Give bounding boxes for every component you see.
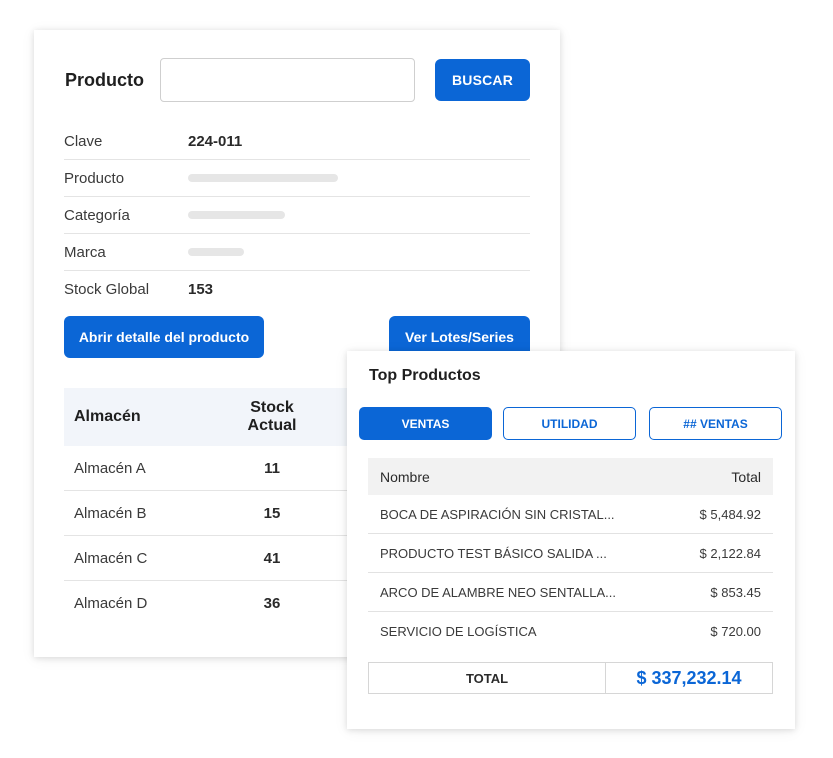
header-warehouse: Almacén — [74, 408, 141, 425]
header-total: Total — [731, 468, 761, 485]
warehouse-stock: 15 — [263, 504, 281, 522]
product-search-label: Producto — [65, 70, 144, 90]
top-products-title: Top Productos — [369, 367, 481, 384]
table-row: Almacén A 11 — [64, 446, 364, 491]
product-search-input[interactable] — [160, 58, 415, 102]
search-button[interactable]: BUSCAR — [435, 59, 530, 101]
info-key: Stock Global — [64, 281, 150, 298]
warehouse-stock: 36 — [263, 595, 281, 612]
info-row-categoria: Categoría — [64, 197, 530, 234]
table-row[interactable]: PRODUCTO TEST BÁSICO SALIDA ... $ 2,122.… — [368, 534, 773, 573]
warehouse-name: Almacén B — [74, 504, 147, 522]
product-name: ARCO DE ALAMBRE NEO SENTALLA... — [380, 584, 616, 600]
tab-ventas[interactable]: VENTAS — [359, 407, 492, 440]
product-name: PRODUCTO TEST BÁSICO SALIDA ... — [380, 545, 607, 561]
table-row: Almacén B 15 — [64, 491, 364, 536]
stock-table-header: Almacén Stock Actual — [64, 388, 364, 446]
table-row: Almacén D 36 — [64, 581, 364, 626]
warehouse-stock: 41 — [263, 549, 281, 567]
table-row[interactable]: SERVICIO DE LOGÍSTICA $ 720.00 — [368, 612, 773, 651]
product-info-list: Clave 224-011 Producto Categoría Marca S… — [64, 123, 530, 308]
info-row-marca: Marca — [64, 234, 530, 271]
top-products-card: Top Productos VENTAS UTILIDAD ## VENTAS … — [347, 351, 795, 729]
product-name: BOCA DE ASPIRACIÓN SIN CRISTAL... — [380, 506, 615, 522]
placeholder-skeleton — [188, 211, 285, 219]
tab-num-ventas[interactable]: ## VENTAS — [649, 407, 782, 440]
table-row[interactable]: BOCA DE ASPIRACIÓN SIN CRISTAL... $ 5,48… — [368, 495, 773, 534]
placeholder-skeleton — [188, 174, 338, 182]
product-name: SERVICIO DE LOGÍSTICA — [380, 624, 537, 639]
top-products-table: Nombre Total BOCA DE ASPIRACIÓN SIN CRIS… — [368, 458, 773, 651]
info-key: Marca — [64, 243, 106, 261]
product-total: $ 5,484.92 — [699, 506, 761, 522]
product-total: $ 853.45 — [710, 584, 761, 600]
info-key: Categoría — [64, 206, 130, 224]
table-row: Almacén C 41 — [64, 536, 364, 581]
info-key: Producto — [64, 169, 125, 187]
warehouse-name: Almacén A — [74, 459, 146, 477]
tab-utilidad[interactable]: UTILIDAD — [503, 407, 636, 440]
total-summary: TOTAL $ 337,232.14 — [368, 662, 773, 694]
info-row-clave: Clave 224-011 — [64, 123, 530, 160]
info-row-stock-global: Stock Global 153 — [64, 271, 530, 308]
info-key: Clave — [64, 132, 103, 150]
placeholder-skeleton — [188, 248, 244, 256]
warehouse-name: Almacén C — [74, 549, 148, 567]
top-products-header: Nombre Total — [368, 458, 773, 495]
product-total: $ 720.00 — [710, 624, 761, 639]
total-value: $ 337,232.14 — [636, 667, 742, 688]
total-label: TOTAL — [369, 663, 606, 693]
info-value-stock-global: 153 — [188, 281, 214, 298]
info-value-clave: 224-011 — [188, 132, 243, 150]
stock-table: Almacén Stock Actual Almacén A 11 Almacé… — [64, 388, 364, 626]
warehouse-name: Almacén D — [74, 595, 148, 612]
warehouse-stock: 11 — [264, 459, 280, 477]
header-name: Nombre — [380, 468, 430, 485]
header-stock: Stock Actual — [247, 399, 297, 434]
open-product-detail-button[interactable]: Abrir detalle del producto — [64, 316, 264, 358]
table-row[interactable]: ARCO DE ALAMBRE NEO SENTALLA... $ 853.45 — [368, 573, 773, 612]
product-total: $ 2,122.84 — [699, 545, 761, 561]
info-row-producto: Producto — [64, 160, 530, 197]
